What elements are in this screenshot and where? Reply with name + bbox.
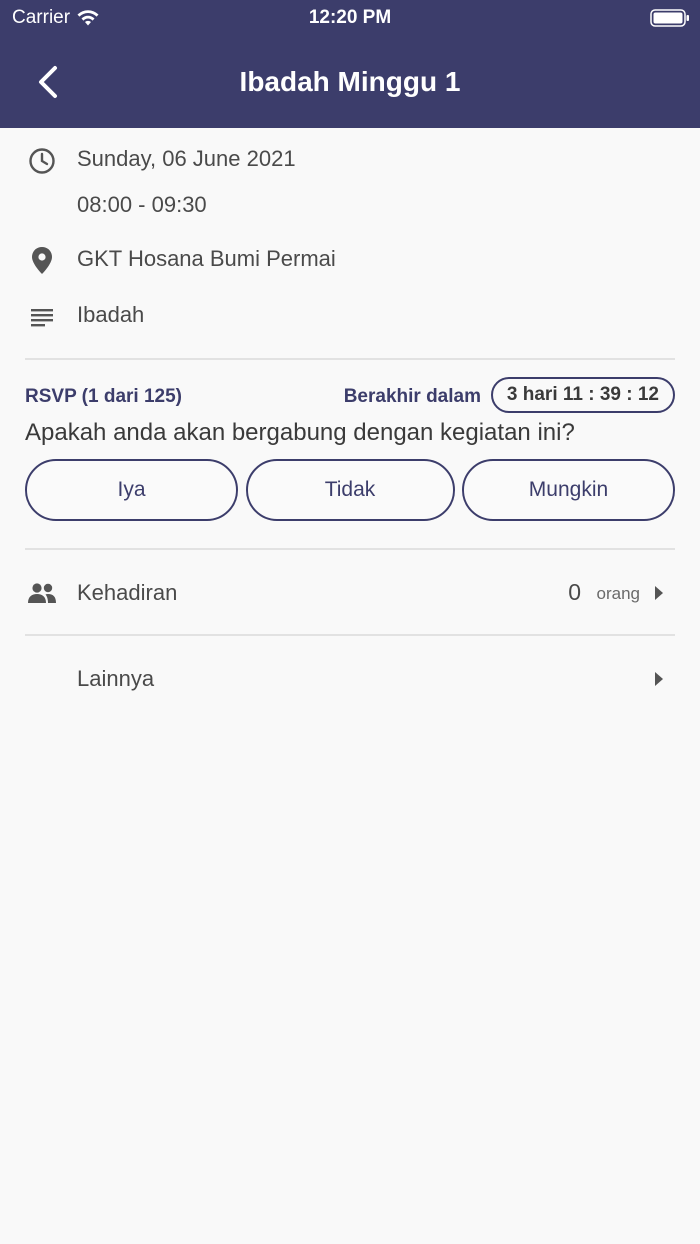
event-category: Ibadah bbox=[77, 302, 145, 327]
rsvp-ends-label: Berakhir dalam bbox=[343, 386, 481, 407]
clock-icon bbox=[25, 144, 59, 178]
event-time: 08:00 - 09:30 bbox=[77, 192, 207, 217]
attendance-row[interactable]: Kehadiran 0 orang bbox=[25, 550, 675, 634]
people-icon bbox=[25, 576, 59, 610]
others-label: Lainnya bbox=[77, 666, 155, 691]
attendance-unit: orang bbox=[596, 584, 640, 603]
event-date: Sunday, 06 June 2021 bbox=[77, 146, 296, 171]
attendance-count: 0 bbox=[568, 579, 581, 605]
location-pin-icon bbox=[25, 244, 59, 278]
others-row[interactable]: Lainnya bbox=[25, 636, 675, 720]
status-bar: Carrier 12:20 PM bbox=[0, 0, 700, 36]
notes-icon bbox=[25, 300, 59, 334]
rsvp-yes-button[interactable]: Iya bbox=[25, 459, 238, 521]
nav-bar: Ibadah Minggu 1 bbox=[0, 40, 700, 128]
event-location: GKT Hosana Bumi Permai bbox=[77, 246, 336, 271]
status-time: 12:20 PM bbox=[308, 7, 392, 28]
rsvp-label: RSVP (1 dari 125) bbox=[25, 386, 183, 407]
event-category-row: Ibadah bbox=[25, 300, 675, 356]
event-location-row: GKT Hosana Bumi Permai bbox=[25, 244, 675, 300]
rsvp-options: Iya Tidak Mungkin bbox=[25, 459, 675, 521]
chevron-right-icon bbox=[655, 672, 663, 686]
rsvp-countdown-badge: 3 hari 11 : 39 : 12 bbox=[490, 377, 675, 413]
rsvp-header: RSVP (1 dari 125) Berakhir dalam 3 hari … bbox=[25, 376, 675, 416]
battery-icon bbox=[650, 9, 689, 27]
event-time-row: 08:00 - 09:30 bbox=[25, 190, 675, 244]
event-details: Sunday, 06 June 2021 08:00 - 09:30 GKT H… bbox=[25, 128, 675, 720]
rsvp-no-button[interactable]: Tidak bbox=[245, 459, 455, 521]
app-header: Carrier 12:20 PM Ibadah Minggu 1 bbox=[0, 0, 700, 128]
divider bbox=[25, 358, 675, 360]
rsvp-maybe-button[interactable]: Mungkin bbox=[462, 459, 675, 521]
page-title: Ibadah Minggu 1 bbox=[239, 66, 461, 97]
rsvp-question: Apakah anda akan bergabung dengan kegiat… bbox=[25, 419, 575, 446]
attendance-label: Kehadiran bbox=[77, 580, 178, 605]
event-date-row: Sunday, 06 June 2021 bbox=[25, 144, 675, 190]
chevron-right-icon bbox=[655, 586, 663, 600]
